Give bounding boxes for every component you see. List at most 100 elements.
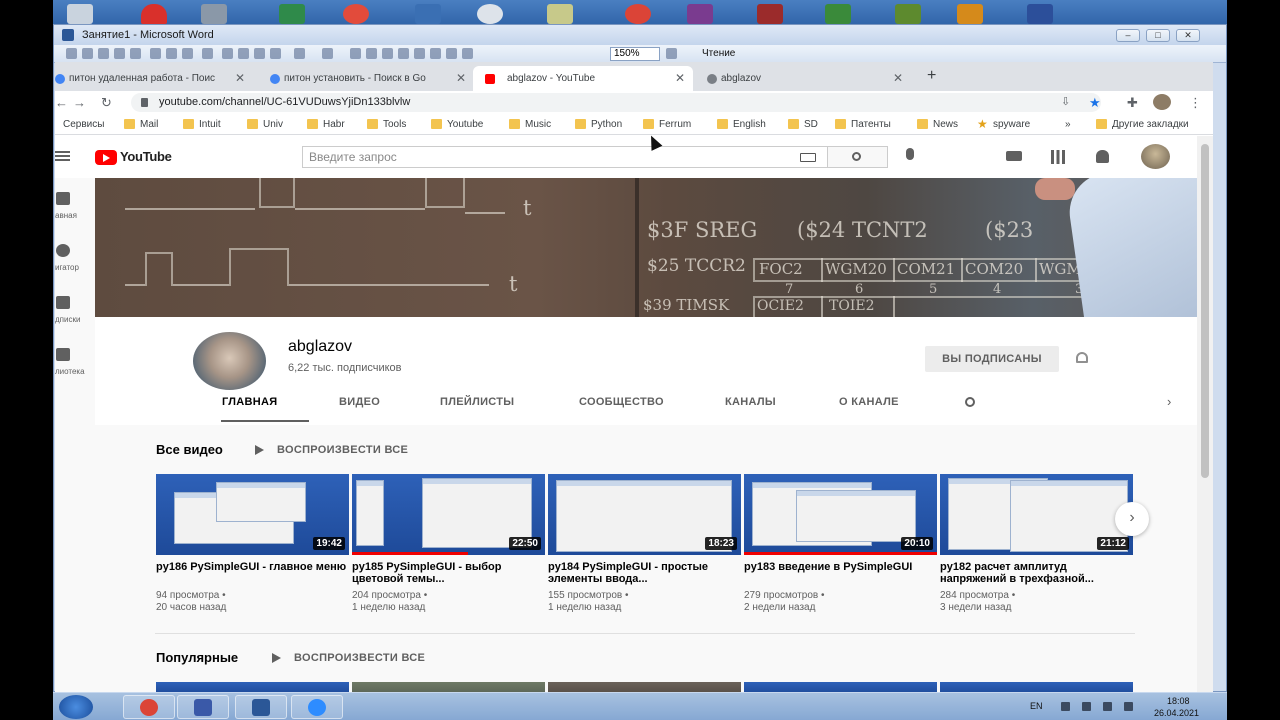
guide-item-library[interactable]: лиотека xyxy=(55,348,95,384)
video-thumbnail[interactable]: 19:42 xyxy=(156,474,349,555)
language-indicator[interactable]: EN xyxy=(1030,701,1043,711)
show-hide-icon[interactable] xyxy=(462,48,473,59)
keyboard-icon[interactable] xyxy=(800,153,816,162)
bookmark-folder[interactable]: SD xyxy=(788,118,818,132)
bookmark-folder[interactable]: News xyxy=(917,118,958,132)
apps-grid-icon[interactable] xyxy=(1051,150,1065,164)
permission-icon[interactable] xyxy=(114,48,125,59)
bookmark-folder[interactable]: Tools xyxy=(367,118,406,132)
hyperlink-icon[interactable] xyxy=(350,48,361,59)
chrome-desktop-icon[interactable] xyxy=(625,4,651,24)
other-bookmarks-folder[interactable]: Другие закладки xyxy=(1096,118,1189,132)
channel-search-icon[interactable] xyxy=(965,397,975,407)
browser-tab[interactable]: питон установить - Поиск в Go ✕ xyxy=(270,66,475,91)
notifications-icon[interactable] xyxy=(1096,150,1109,163)
copy-icon[interactable] xyxy=(238,48,249,59)
install-icon[interactable]: ⇩ xyxy=(1061,95,1070,108)
search-button[interactable] xyxy=(828,146,888,168)
desktop-shortcut-icon[interactable] xyxy=(957,4,983,24)
desktop-shortcut-icon[interactable] xyxy=(1027,4,1053,24)
redo-icon[interactable] xyxy=(322,48,333,59)
video-card[interactable]: 19:42 py186 PySimpleGUI - главное меню 94 … xyxy=(156,474,349,614)
tab-videos[interactable]: ВИДЕО xyxy=(339,396,380,408)
tab-close-icon[interactable]: ✕ xyxy=(675,66,685,91)
video-thumbnail[interactable]: 18:23 xyxy=(548,474,741,555)
video-thumbnail[interactable]: 22:50 xyxy=(352,474,545,555)
video-thumbnail[interactable] xyxy=(156,682,349,692)
video-card[interactable]: 20:10 py183 введение в PySimpleGUI 279 про… xyxy=(744,474,937,614)
save-icon[interactable] xyxy=(98,48,109,59)
shelf-next-button[interactable]: › xyxy=(1115,502,1149,536)
email-icon[interactable] xyxy=(130,48,141,59)
bookmark-folder[interactable]: English xyxy=(717,118,766,132)
desktop-shortcut-icon[interactable] xyxy=(895,4,921,24)
undo-icon[interactable] xyxy=(294,48,305,59)
desktop-shortcut-icon[interactable] xyxy=(201,4,227,24)
video-thumbnail[interactable] xyxy=(940,682,1133,692)
browser-tab[interactable]: питон удаленная работа - Поис ✕ xyxy=(55,66,260,91)
menu-icon[interactable] xyxy=(55,151,70,161)
video-thumbnail[interactable]: 20:10 xyxy=(744,474,937,555)
bookmark-folder[interactable]: Патенты xyxy=(835,118,891,132)
video-thumbnail[interactable] xyxy=(744,682,937,692)
back-icon[interactable]: ← xyxy=(55,95,68,110)
maximize-button[interactable]: □ xyxy=(1146,29,1170,42)
bookmark-folder[interactable]: Intuit xyxy=(183,118,221,132)
drawing-icon[interactable] xyxy=(430,48,441,59)
help-icon[interactable] xyxy=(666,48,677,59)
notification-bell-icon[interactable] xyxy=(1076,352,1088,363)
format-painter-icon[interactable] xyxy=(270,48,281,59)
tab-community[interactable]: СООБЩЕСТВО xyxy=(579,396,664,408)
bookmark-folder[interactable]: Ferrum xyxy=(643,118,691,132)
video-title[interactable]: py182 расчет амплитуд напряжений в трехф… xyxy=(940,561,1133,585)
profile-avatar[interactable] xyxy=(1153,94,1171,110)
browser-tab[interactable]: abglazov ✕ xyxy=(707,66,907,91)
desktop-shortcut-icon[interactable] xyxy=(687,4,713,24)
volume-icon[interactable] xyxy=(1103,702,1112,711)
video-thumbnail[interactable]: 21:12 xyxy=(940,474,1133,555)
bookmark-folder[interactable]: Youtube xyxy=(431,118,483,132)
video-thumbnail[interactable] xyxy=(548,682,741,692)
address-bar[interactable]: youtube.com/channel/UC-61VUDuwsYjiDn133b… xyxy=(131,93,1101,112)
channel-avatar[interactable] xyxy=(193,332,266,390)
guide-item-home[interactable]: авная xyxy=(55,192,95,228)
reading-mode-button[interactable]: Чтение xyxy=(702,48,735,59)
desktop-shortcut-icon[interactable] xyxy=(547,4,573,24)
excel-table-icon[interactable] xyxy=(398,48,409,59)
guide-item-subscriptions[interactable]: дписки xyxy=(55,296,95,332)
zoom-select[interactable]: 150% xyxy=(610,47,660,61)
minimize-button[interactable]: – xyxy=(1116,29,1140,42)
video-title[interactable]: py186 PySimpleGUI - главное меню xyxy=(156,561,349,585)
clock-time[interactable]: 18:08 xyxy=(1167,696,1190,706)
doc-map-icon[interactable] xyxy=(446,48,457,59)
tab-close-icon[interactable]: ✕ xyxy=(893,66,903,91)
shelf-title-all-videos[interactable]: Все видео xyxy=(156,442,223,457)
play-all-button[interactable]: ВОСПРОИЗВЕСТИ ВСЕ xyxy=(255,444,408,456)
subscribed-button[interactable]: ВЫ ПОДПИСАНЫ xyxy=(925,346,1059,372)
tabs-next-icon[interactable]: › xyxy=(1167,394,1171,409)
new-tab-button[interactable]: + xyxy=(927,67,936,85)
close-button[interactable]: ✕ xyxy=(1176,29,1200,42)
guide-item-explore[interactable]: игатор xyxy=(55,244,95,280)
bookmark-folder[interactable]: Habr xyxy=(307,118,345,132)
tab-channels[interactable]: КАНАЛЫ xyxy=(725,396,776,408)
desktop-shortcut-icon[interactable] xyxy=(415,4,441,24)
desktop-shortcut-icon[interactable] xyxy=(343,4,369,24)
video-card[interactable]: 22:50 py185 PySimpleGUI - выбор цветовой … xyxy=(352,474,545,614)
tab-close-icon[interactable]: ✕ xyxy=(235,66,245,91)
shelf-title-popular[interactable]: Популярные xyxy=(156,650,238,665)
cut-icon[interactable] xyxy=(222,48,233,59)
scrollbar-thumb[interactable] xyxy=(1201,144,1209,478)
video-thumbnail[interactable] xyxy=(352,682,545,692)
tables-icon[interactable] xyxy=(366,48,377,59)
taskbar-app[interactable] xyxy=(177,695,229,719)
extensions-icon[interactable]: ✚ xyxy=(1127,95,1138,111)
bookmark-folder[interactable]: Univ xyxy=(247,118,283,132)
clock-date[interactable]: 26.04.2021 xyxy=(1154,708,1199,718)
video-title[interactable]: py185 PySimpleGUI - выбор цветовой темы.… xyxy=(352,561,545,585)
browser-tab-active[interactable]: abglazov - YouTube ✕ xyxy=(473,66,693,91)
desktop-shortcut-icon[interactable] xyxy=(825,4,851,24)
paste-icon[interactable] xyxy=(254,48,265,59)
tray-arrow-icon[interactable] xyxy=(1061,702,1070,711)
desktop-shortcut-icon[interactable] xyxy=(141,4,167,24)
